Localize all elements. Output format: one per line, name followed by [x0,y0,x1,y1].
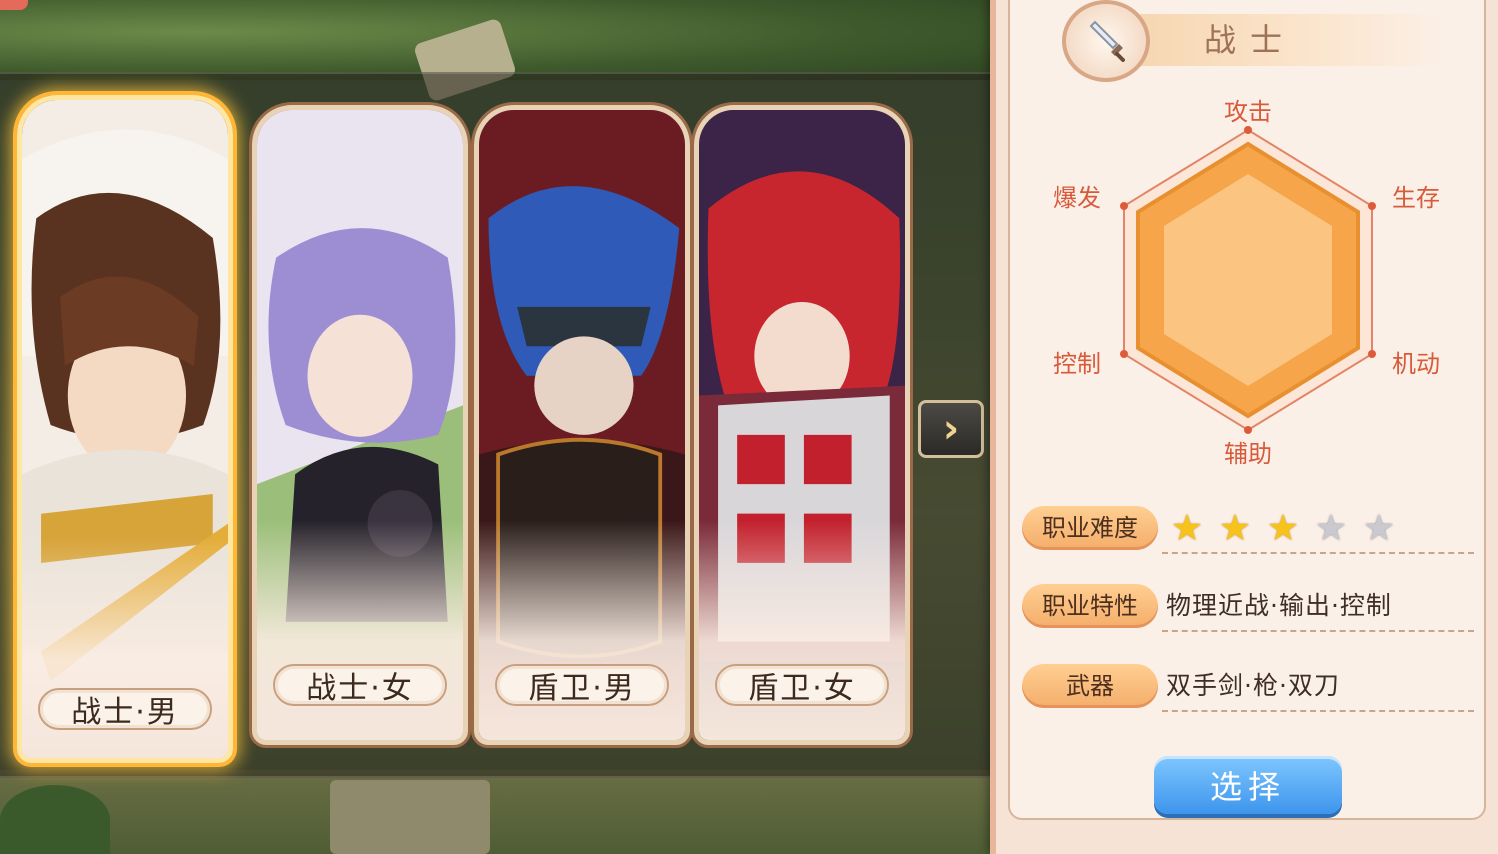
star-icon: ★ [1362,508,1396,549]
difficulty-tag: 职业难度 [1022,506,1158,550]
card-fade [699,520,905,740]
attribute-radar-chart [1120,126,1376,434]
card-label: 战士·男 [38,688,212,730]
radar-label-burst: 爆发 [1053,184,1101,212]
class-card-warrior-male[interactable]: 战士·男 [17,95,233,763]
next-page-button[interactable]: › [918,400,984,458]
star-icon: ★ [1218,508,1252,549]
weapons-value: 双手剑·枪·双刀 [1166,671,1340,700]
radar-label-mobility: 机动 [1392,350,1440,378]
star-icon: ★ [1314,508,1348,549]
class-card-guardian-male[interactable]: 盾卫·男 [474,105,690,745]
divider [1162,552,1474,554]
difficulty-stars: ★ ★ ★ ★ ★ [1168,510,1398,548]
card-label: 盾卫·女 [715,664,889,706]
traits-row: 职业特性 物理近战·输出·控制 [1022,584,1474,632]
background-bush [0,785,110,854]
radar-label-attack: 攻击 [1224,98,1272,126]
divider [1162,710,1474,712]
radar-vertex [1244,126,1252,134]
radar-vertex [1120,350,1128,358]
divider [1162,630,1474,632]
card-fade [479,520,685,740]
star-icon: ★ [1266,508,1300,549]
class-card-warrior-female[interactable]: 战士·女 [252,105,468,745]
star-icon: ★ [1170,508,1204,549]
class-emblem [1062,0,1150,82]
difficulty-row: 职业难度 ★ ★ ★ ★ ★ [1022,506,1474,554]
card-label: 战士·女 [273,664,447,706]
background-stone-wall [330,780,490,854]
card-fade [257,520,463,740]
radar-vertex [1120,202,1128,210]
radar-vertex [1368,202,1376,210]
radar-label-support: 辅助 [1224,440,1272,468]
back-tab[interactable] [0,0,28,10]
traits-tag: 职业特性 [1022,584,1158,628]
class-card-guardian-female[interactable]: 盾卫·女 [694,105,910,745]
select-button[interactable]: 选择 [1154,756,1342,814]
chevron-right-icon: › [942,406,960,452]
weapons-row: 武器 双手剑·枪·双刀 [1022,664,1474,712]
class-title: 战士 [1203,21,1296,59]
sword-icon [1089,20,1125,62]
radar-vertex [1244,426,1252,434]
radar-vertex [1368,350,1376,358]
card-label: 盾卫·男 [495,664,669,706]
radar-label-survival: 生存 [1392,184,1440,212]
background-ground [0,770,990,854]
radar-label-control: 控制 [1053,350,1101,378]
weapons-tag: 武器 [1022,664,1158,708]
traits-value: 物理近战·输出·控制 [1166,591,1392,620]
